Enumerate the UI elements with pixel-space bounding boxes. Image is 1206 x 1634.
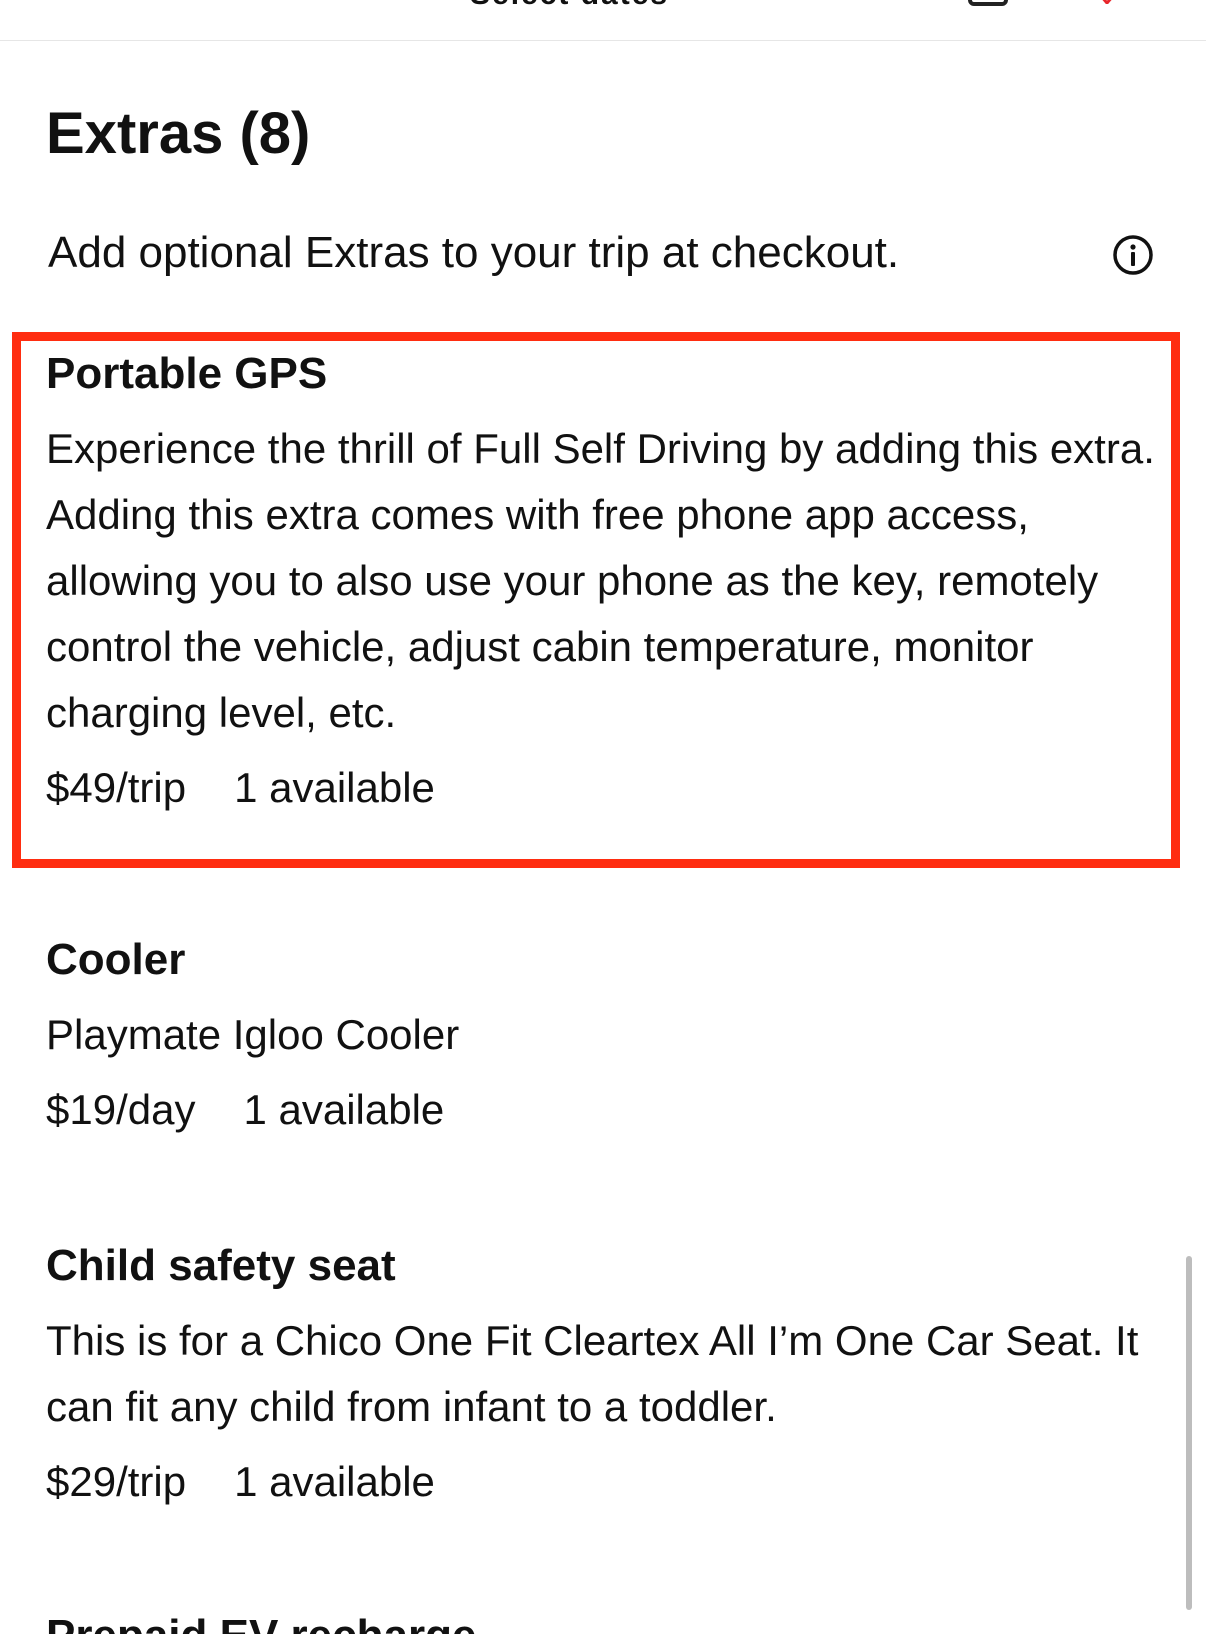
info-circle-icon[interactable] <box>1112 234 1154 276</box>
extra-name: Cooler <box>46 935 186 984</box>
extra-name: Prepaid EV recharge <box>46 1608 1166 1634</box>
extra-meta: $19/day 1 available <box>46 1082 1166 1138</box>
heart-icon[interactable] <box>1100 0 1114 4</box>
extra-description: Playmate Igloo Cooler <box>46 1011 460 1058</box>
extra-availability: 1 available <box>234 1458 435 1505</box>
extra-availability: 1 available <box>234 764 435 811</box>
extras-subtitle: Add optional Extras to your trip at chec… <box>48 228 900 277</box>
extras-page: Select dates Extras (8) Add optional Ext… <box>0 0 1206 1634</box>
extra-description: This is for a Chico One Fit Cleartex All… <box>46 1317 1139 1430</box>
nav-title[interactable]: Select dates <box>470 0 669 12</box>
extra-meta: $29/trip 1 available <box>46 1454 1166 1510</box>
extra-meta: $49/trip 1 available <box>46 760 1166 816</box>
extra-price: $19/day <box>46 1086 196 1133</box>
extras-title: Extras (8) <box>46 101 311 166</box>
scrollbar[interactable] <box>1186 1256 1192 1610</box>
calendar-icon[interactable] <box>968 0 1008 6</box>
extra-availability: 1 available <box>243 1086 445 1133</box>
extra-price: $49/trip <box>46 764 187 811</box>
extra-item-cooler[interactable]: Cooler Playmate Igloo Cooler $19/day 1 av… <box>46 932 1166 1138</box>
extra-item-portable-gps[interactable]: Portable GPS Experience the thrill of Fu… <box>46 346 1166 816</box>
extra-item-child-safety-seat[interactable]: Child safety seat This is for a Chico On… <box>46 1238 1166 1510</box>
extra-item-prepaid-ev-recharge[interactable]: Prepaid EV recharge <box>46 1608 1166 1634</box>
extra-name: Child safety seat <box>46 1241 396 1290</box>
extra-price: $29/trip <box>46 1458 187 1505</box>
extra-description: Experience the thrill of Full Self Drivi… <box>46 425 1155 736</box>
top-nav-bar: Select dates <box>0 0 1206 41</box>
extra-name: Portable GPS <box>46 349 328 398</box>
